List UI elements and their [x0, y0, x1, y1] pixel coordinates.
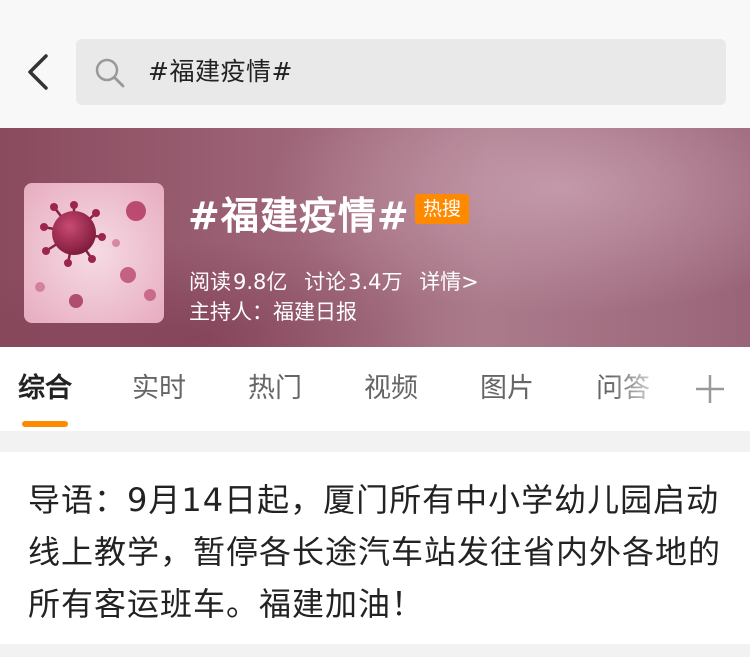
read-count: 9.8亿 — [233, 270, 288, 294]
tab-video[interactable]: 视频 — [364, 347, 418, 431]
topic-thumbnail[interactable] — [24, 183, 164, 323]
topic-title: #福建疫情# — [188, 194, 410, 238]
intro-card: 导语：9月14日起，厦门所有中小学幼儿园启动线上教学，暂停各长途汽车站发往省内外… — [0, 452, 750, 644]
tab-realtime[interactable]: 实时 — [132, 347, 186, 431]
plus-icon — [696, 375, 724, 403]
hot-search-badge: 热搜 — [415, 194, 469, 224]
read-label: 阅读 — [189, 270, 231, 294]
search-input[interactable]: #福建疫情# — [76, 39, 726, 105]
search-query: #福建疫情# — [148, 57, 293, 86]
topic-stats: 阅读9.8亿 讨论3.4万 详情> — [189, 266, 489, 296]
tab-images[interactable]: 图片 — [480, 347, 534, 431]
details-link[interactable]: 详情> — [419, 270, 479, 294]
discuss-label: 讨论 — [304, 270, 347, 294]
tab-qa[interactable]: 问答 — [596, 347, 650, 431]
intro-text: 导语：9月14日起，厦门所有中小学幼儿园启动线上教学，暂停各长途汽车站发往省内外… — [28, 481, 722, 623]
tab-bar: 综合 实时 热门 视频 图片 问答 — [0, 347, 750, 431]
topic-banner: #福建疫情# 热搜 阅读9.8亿 讨论3.4万 详情> 主持人：福建日报 — [0, 128, 750, 347]
top-bar: #福建疫情# — [0, 0, 750, 128]
back-button[interactable] — [18, 50, 58, 94]
read-stat: 阅读9.8亿 — [189, 270, 287, 294]
virus-image — [24, 183, 164, 323]
search-icon — [95, 58, 125, 88]
discuss-count: 3.4万 — [348, 270, 403, 294]
tab-comprehensive[interactable]: 综合 — [18, 347, 72, 431]
topic-host: 主持人：福建日报 — [189, 300, 357, 324]
active-tab-indicator — [22, 421, 68, 427]
discuss-stat: 讨论3.4万 — [304, 270, 402, 294]
tab-hot[interactable]: 热门 — [248, 347, 302, 431]
chevron-left-icon — [28, 54, 48, 90]
add-tab-button[interactable] — [690, 369, 730, 409]
